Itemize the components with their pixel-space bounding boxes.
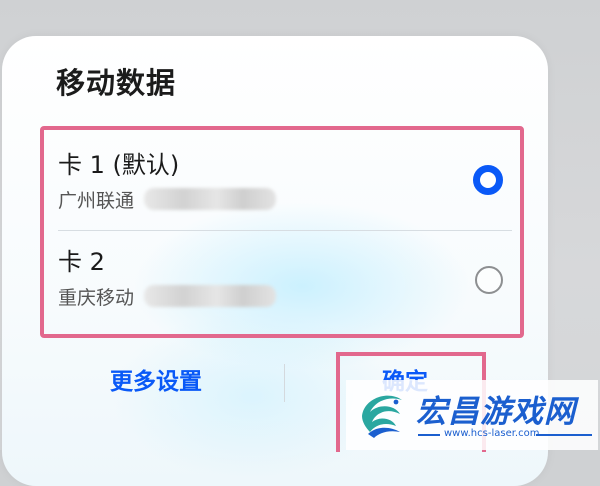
more-settings-button[interactable]: 更多设置 (110, 362, 202, 396)
sim-option-card-1[interactable]: 卡 1 (默认) 广州联通 (58, 135, 518, 231)
option-divider (58, 230, 512, 231)
carrier-label: 广州联通 (58, 189, 135, 212)
carrier-row: 重庆移动 (58, 283, 277, 309)
sim-option-name: 卡 2 (58, 248, 105, 276)
dragon-logo-icon (362, 395, 402, 438)
actions-divider (284, 364, 285, 402)
sim-option-card-2[interactable]: 卡 2 重庆移动 (58, 232, 518, 328)
radio-checked-icon[interactable] (473, 165, 503, 195)
watermark-line (536, 434, 592, 436)
blurred-phone-number (144, 285, 277, 307)
dialog-title: 移动数据 (56, 66, 177, 100)
blurred-phone-number (144, 188, 277, 210)
watermark-line (418, 434, 440, 436)
watermark-url: www.hcs-laser.com (444, 428, 540, 439)
radio-unchecked-icon[interactable] (475, 266, 503, 294)
sim-option-name: 卡 1 (默认) (58, 151, 180, 179)
carrier-row: 广州联通 (58, 186, 277, 212)
watermark: 宏昌游戏网 www.hcs-laser.com (346, 380, 598, 450)
watermark-title: 宏昌游戏网 (416, 394, 576, 430)
carrier-label: 重庆移动 (58, 286, 135, 309)
